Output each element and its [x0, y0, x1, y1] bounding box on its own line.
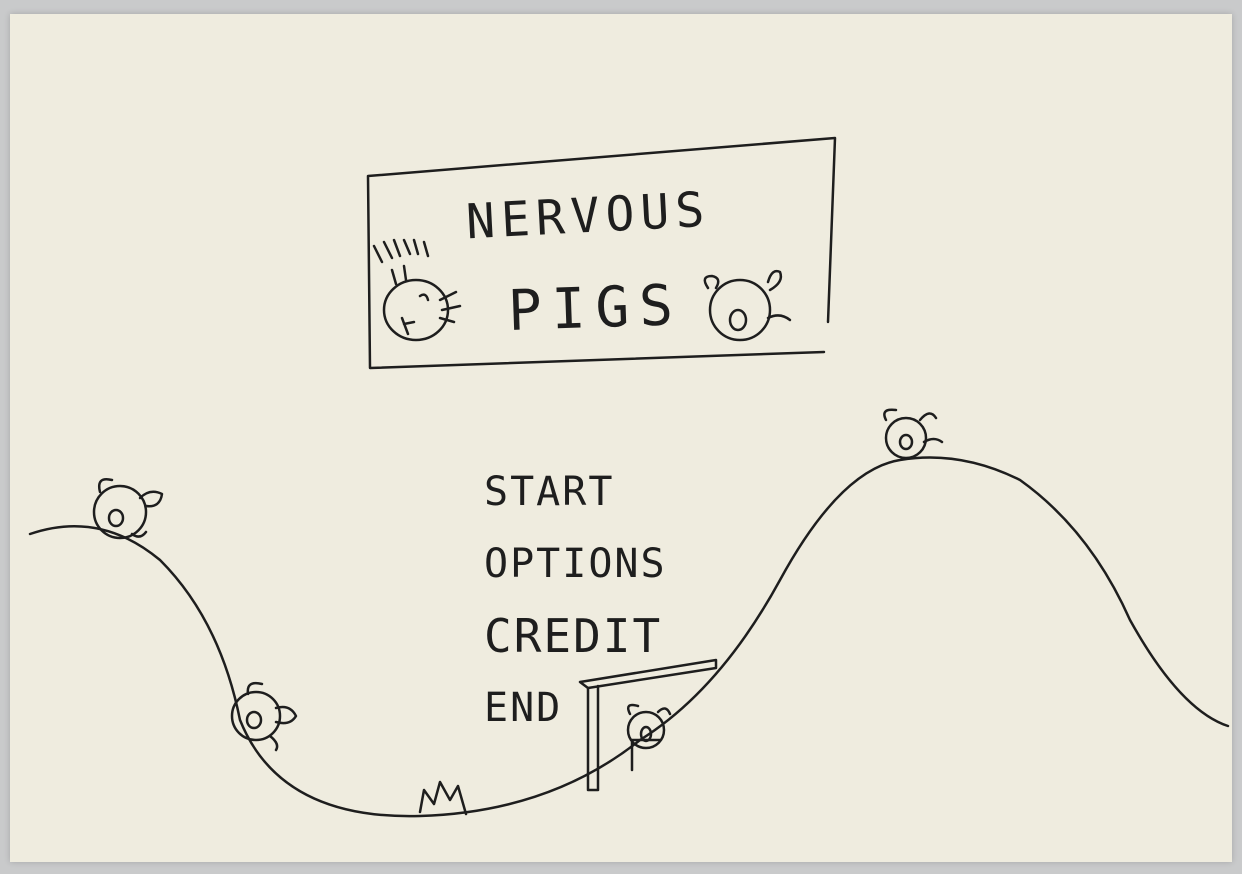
- menu-credit-button[interactable]: CREDIT: [484, 606, 667, 678]
- main-menu: START OPTIONS CREDIT END: [484, 462, 667, 750]
- menu-end-button[interactable]: END: [484, 678, 667, 750]
- bird-icon: [372, 238, 462, 342]
- menu-start-button[interactable]: START: [484, 462, 667, 534]
- pig-icon: [883, 408, 944, 460]
- game-title-line-2: PIGS: [506, 272, 684, 345]
- pig-icon: [703, 269, 792, 342]
- fire-hazard: [418, 780, 468, 816]
- pig-icon: [230, 681, 298, 752]
- menu-options-button[interactable]: OPTIONS: [484, 534, 667, 606]
